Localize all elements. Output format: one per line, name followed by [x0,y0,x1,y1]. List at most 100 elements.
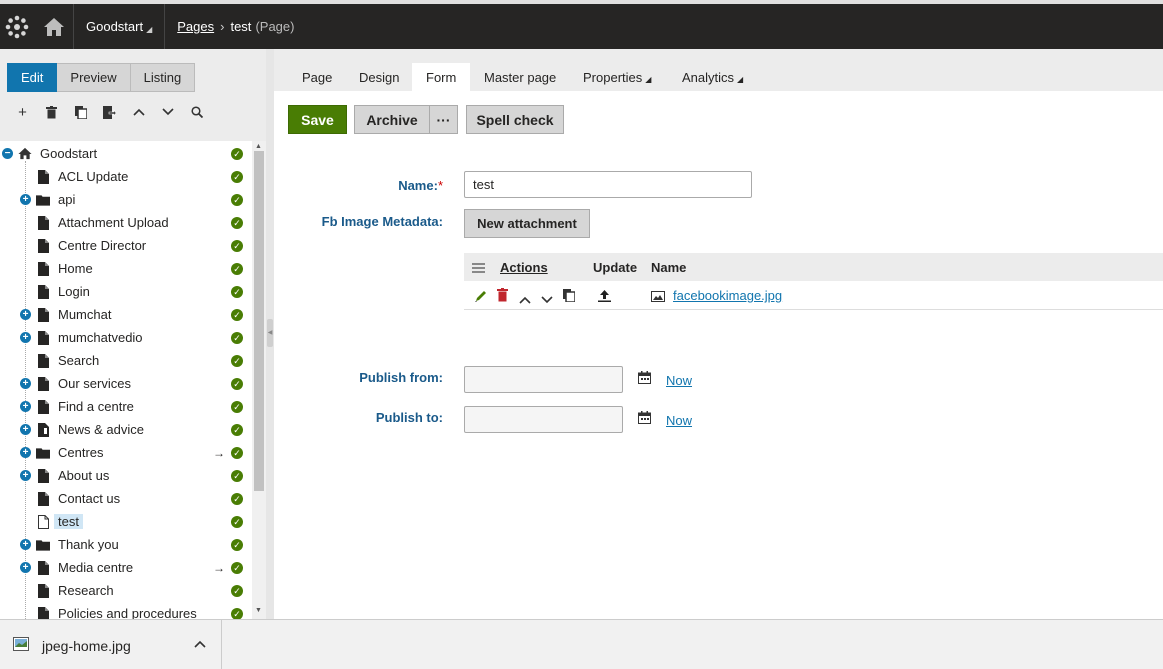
tree-node-our-services[interactable]: + Our services ✓ [0,372,250,395]
column-actions[interactable]: Actions [500,260,548,275]
expand-icon[interactable]: + [20,562,31,573]
expand-icon[interactable]: + [20,447,31,458]
dashboard-home-icon[interactable] [34,4,74,49]
expand-icon[interactable]: + [20,309,31,320]
expand-icon[interactable]: + [20,470,31,481]
tree-node-login[interactable]: Login ✓ [0,280,250,303]
attachment-file-link[interactable]: facebookimage.jpg [673,288,782,303]
tab-design[interactable]: Design [345,63,413,91]
publish-to-now-link[interactable]: Now [666,413,692,428]
tree-node-label[interactable]: Mumchat [58,307,111,322]
tree-node-find-a-centre[interactable]: + Find a centre ✓ [0,395,250,418]
site-selector[interactable]: Goodstart ◢ [74,4,166,49]
tree-node-label[interactable]: mumchatvedio [58,330,143,345]
expand-icon[interactable]: + [20,378,31,389]
tab-page[interactable]: Page [288,63,346,91]
scroll-down-icon[interactable]: ▼ [255,607,262,614]
menu-lines-icon[interactable] [472,261,485,276]
up-icon[interactable] [124,101,153,123]
tree-node-goodstart[interactable]: − Goodstart ✓ [0,142,250,165]
tree-node-mumchatvedio[interactable]: + mumchatvedio ✓ [0,326,250,349]
publish-from-field[interactable] [464,366,623,393]
expand-icon[interactable]: + [20,332,31,343]
tree-node-mumchat[interactable]: + Mumchat ✓ [0,303,250,326]
app-logo-icon[interactable] [0,4,34,49]
collapse-panel-icon[interactable]: ◀ [267,319,273,347]
save-button[interactable]: Save [288,105,347,134]
upload-icon[interactable] [598,289,611,305]
more-actions-button[interactable]: ··· [429,105,458,134]
tree-node-label[interactable]: api [58,192,75,207]
tree-scrollbar[interactable]: ▲ ▼ [252,141,266,619]
tree-node-search[interactable]: Search ✓ [0,349,250,372]
edit-icon[interactable] [474,289,488,306]
tree-node-contact-us[interactable]: Contact us ✓ [0,487,250,510]
tree-node-attachment-upload[interactable]: Attachment Upload ✓ [0,211,250,234]
move-icon[interactable] [95,101,124,123]
mode-tab-preview[interactable]: Preview [57,63,131,92]
tree-node-label[interactable]: Media centre [58,560,133,575]
spell-check-button[interactable]: Spell check [466,105,564,134]
mode-tab-edit[interactable]: Edit [7,63,58,92]
breadcrumb-pages-link[interactable]: Pages [177,19,214,34]
down-icon[interactable] [153,101,182,123]
tree-node-news-advice[interactable]: + News & advice ✓ [0,418,250,441]
expand-icon[interactable]: + [20,424,31,435]
scroll-thumb[interactable] [254,151,264,491]
tree-node-centres[interactable]: + Centres → ✓ [0,441,250,464]
tree-node-acl-update[interactable]: ACL Update ✓ [0,165,250,188]
expand-icon[interactable]: + [20,194,31,205]
tab-properties[interactable]: Properties ◢ [569,63,665,91]
tree-node-label[interactable]: test [54,514,83,529]
tab-form[interactable]: Form [412,63,471,91]
scroll-up-icon[interactable]: ▲ [255,143,262,150]
publish-to-field[interactable] [464,406,623,433]
tree-node-label[interactable]: Login [58,284,90,299]
calendar-icon[interactable] [638,411,651,427]
tree-node-about-us[interactable]: + About us ✓ [0,464,250,487]
collapse-icon[interactable]: − [2,148,13,159]
tree-node-label[interactable]: ACL Update [58,169,128,184]
tab-analytics[interactable]: Analytics ◢ [668,63,757,91]
new-attachment-button[interactable]: New attachment [464,209,590,238]
tree-node-label[interactable]: Policies and procedures [58,606,197,619]
tree-node-label[interactable]: Attachment Upload [58,215,169,230]
tree-node-label[interactable]: Contact us [58,491,120,506]
delete-icon[interactable] [37,101,66,123]
move-down-icon[interactable] [541,292,553,307]
tree-node-label[interactable]: Search [58,353,99,368]
tree-node-thank-you[interactable]: + Thank you ✓ [0,533,250,556]
tree-node-media-centre[interactable]: + Media centre → ✓ [0,556,250,579]
archive-button[interactable]: Archive [354,105,430,134]
tree-node-label[interactable]: Centre Director [58,238,146,253]
tree-node-label[interactable]: Research [58,583,114,598]
tree-node-home[interactable]: Home ✓ [0,257,250,280]
tree-node-test[interactable]: test ✓ [0,510,250,533]
publish-from-now-link[interactable]: Now [666,373,692,388]
chevron-up-icon[interactable] [194,636,206,651]
copy-icon[interactable] [563,289,576,305]
tree-node-label[interactable]: Our services [58,376,131,391]
calendar-icon[interactable] [638,371,651,387]
mode-tab-listing[interactable]: Listing [130,63,196,92]
tree-node-label[interactable]: About us [58,468,109,483]
expand-icon[interactable]: + [20,539,31,550]
move-up-icon[interactable] [519,292,531,307]
add-icon[interactable]: + [8,101,37,123]
tab-master-page[interactable]: Master page [470,63,570,91]
tree-node-label[interactable]: Find a centre [58,399,134,414]
tree-node-policies-and-procedures[interactable]: Policies and procedures ✓ [0,602,250,619]
tree-node-api[interactable]: + api ✓ [0,188,250,211]
download-item[interactable]: jpeg-home.jpg [0,620,222,669]
delete-icon[interactable] [497,288,508,305]
tree-node-research[interactable]: Research ✓ [0,579,250,602]
search-icon[interactable] [182,101,211,123]
tree-node-label[interactable]: News & advice [58,422,144,437]
name-field[interactable]: test [464,171,752,198]
tree-node-label[interactable]: Thank you [58,537,119,552]
copy-icon[interactable] [66,101,95,123]
tree-node-label[interactable]: Centres [58,445,104,460]
tree-node-label[interactable]: Goodstart [40,146,97,161]
expand-icon[interactable]: + [20,401,31,412]
tree-node-label[interactable]: Home [58,261,93,276]
